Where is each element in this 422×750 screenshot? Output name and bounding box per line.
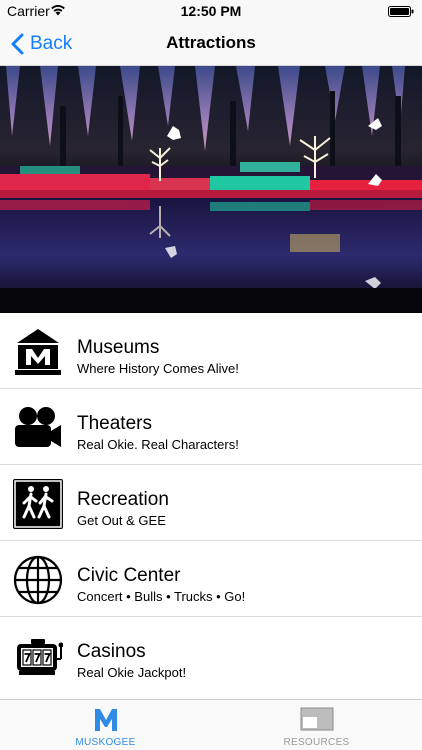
museum-icon xyxy=(15,329,61,375)
tab-muskogee[interactable]: MUSKOGEE xyxy=(0,700,211,750)
list-item-title: Recreation xyxy=(77,489,169,510)
list-item-subtitle: Get Out & GEE xyxy=(77,513,166,528)
list-item-theaters[interactable]: Theaters Real Okie. Real Characters! xyxy=(0,389,422,465)
tab-label: RESOURCES xyxy=(283,737,350,748)
muskogee-m-icon xyxy=(94,709,117,731)
list-item-subtitle: Real Okie Jackpot! xyxy=(77,665,187,680)
movie-camera-icon xyxy=(15,407,61,447)
globe-icon xyxy=(13,555,63,605)
list-item-casinos[interactable]: Casinos Real Okie Jackpot! xyxy=(0,617,422,693)
status-bar: Carrier 12:50 PM xyxy=(0,0,422,22)
list-item-subtitle: Concert • Bulls • Trucks • Go! xyxy=(77,589,246,604)
list-item-title: Casinos xyxy=(77,641,146,662)
list-item-recreation[interactable]: Recreation Get Out & GEE xyxy=(0,465,422,541)
hikers-icon xyxy=(13,479,63,529)
tab-bar: MUSKOGEE RESOURCES xyxy=(0,699,422,750)
hero-image xyxy=(0,66,422,313)
clock: 12:50 PM xyxy=(180,3,242,19)
list-item-title: Museums xyxy=(77,337,160,358)
attractions-list: Museums Where History Comes Alive! Theat… xyxy=(0,313,422,693)
list-item-subtitle: Real Okie. Real Characters! xyxy=(77,437,239,452)
list-item-subtitle: Where History Comes Alive! xyxy=(77,361,239,376)
battery-icon xyxy=(388,6,414,17)
list-item-museums[interactable]: Museums Where History Comes Alive! xyxy=(0,313,422,389)
tab-resources[interactable]: RESOURCES xyxy=(211,700,422,750)
resources-icon xyxy=(300,707,333,731)
slot-machine-icon xyxy=(17,639,63,675)
list-item-title: Theaters xyxy=(77,413,152,434)
tab-label: MUSKOGEE xyxy=(75,737,136,748)
navigation-bar: Back Attractions xyxy=(0,22,422,66)
christmas-lights-photo xyxy=(0,66,422,313)
page-title: Attractions xyxy=(166,33,256,52)
list-item-title: Civic Center xyxy=(77,565,181,586)
list-item-civic-center[interactable]: Civic Center Concert • Bulls • Trucks • … xyxy=(0,541,422,617)
